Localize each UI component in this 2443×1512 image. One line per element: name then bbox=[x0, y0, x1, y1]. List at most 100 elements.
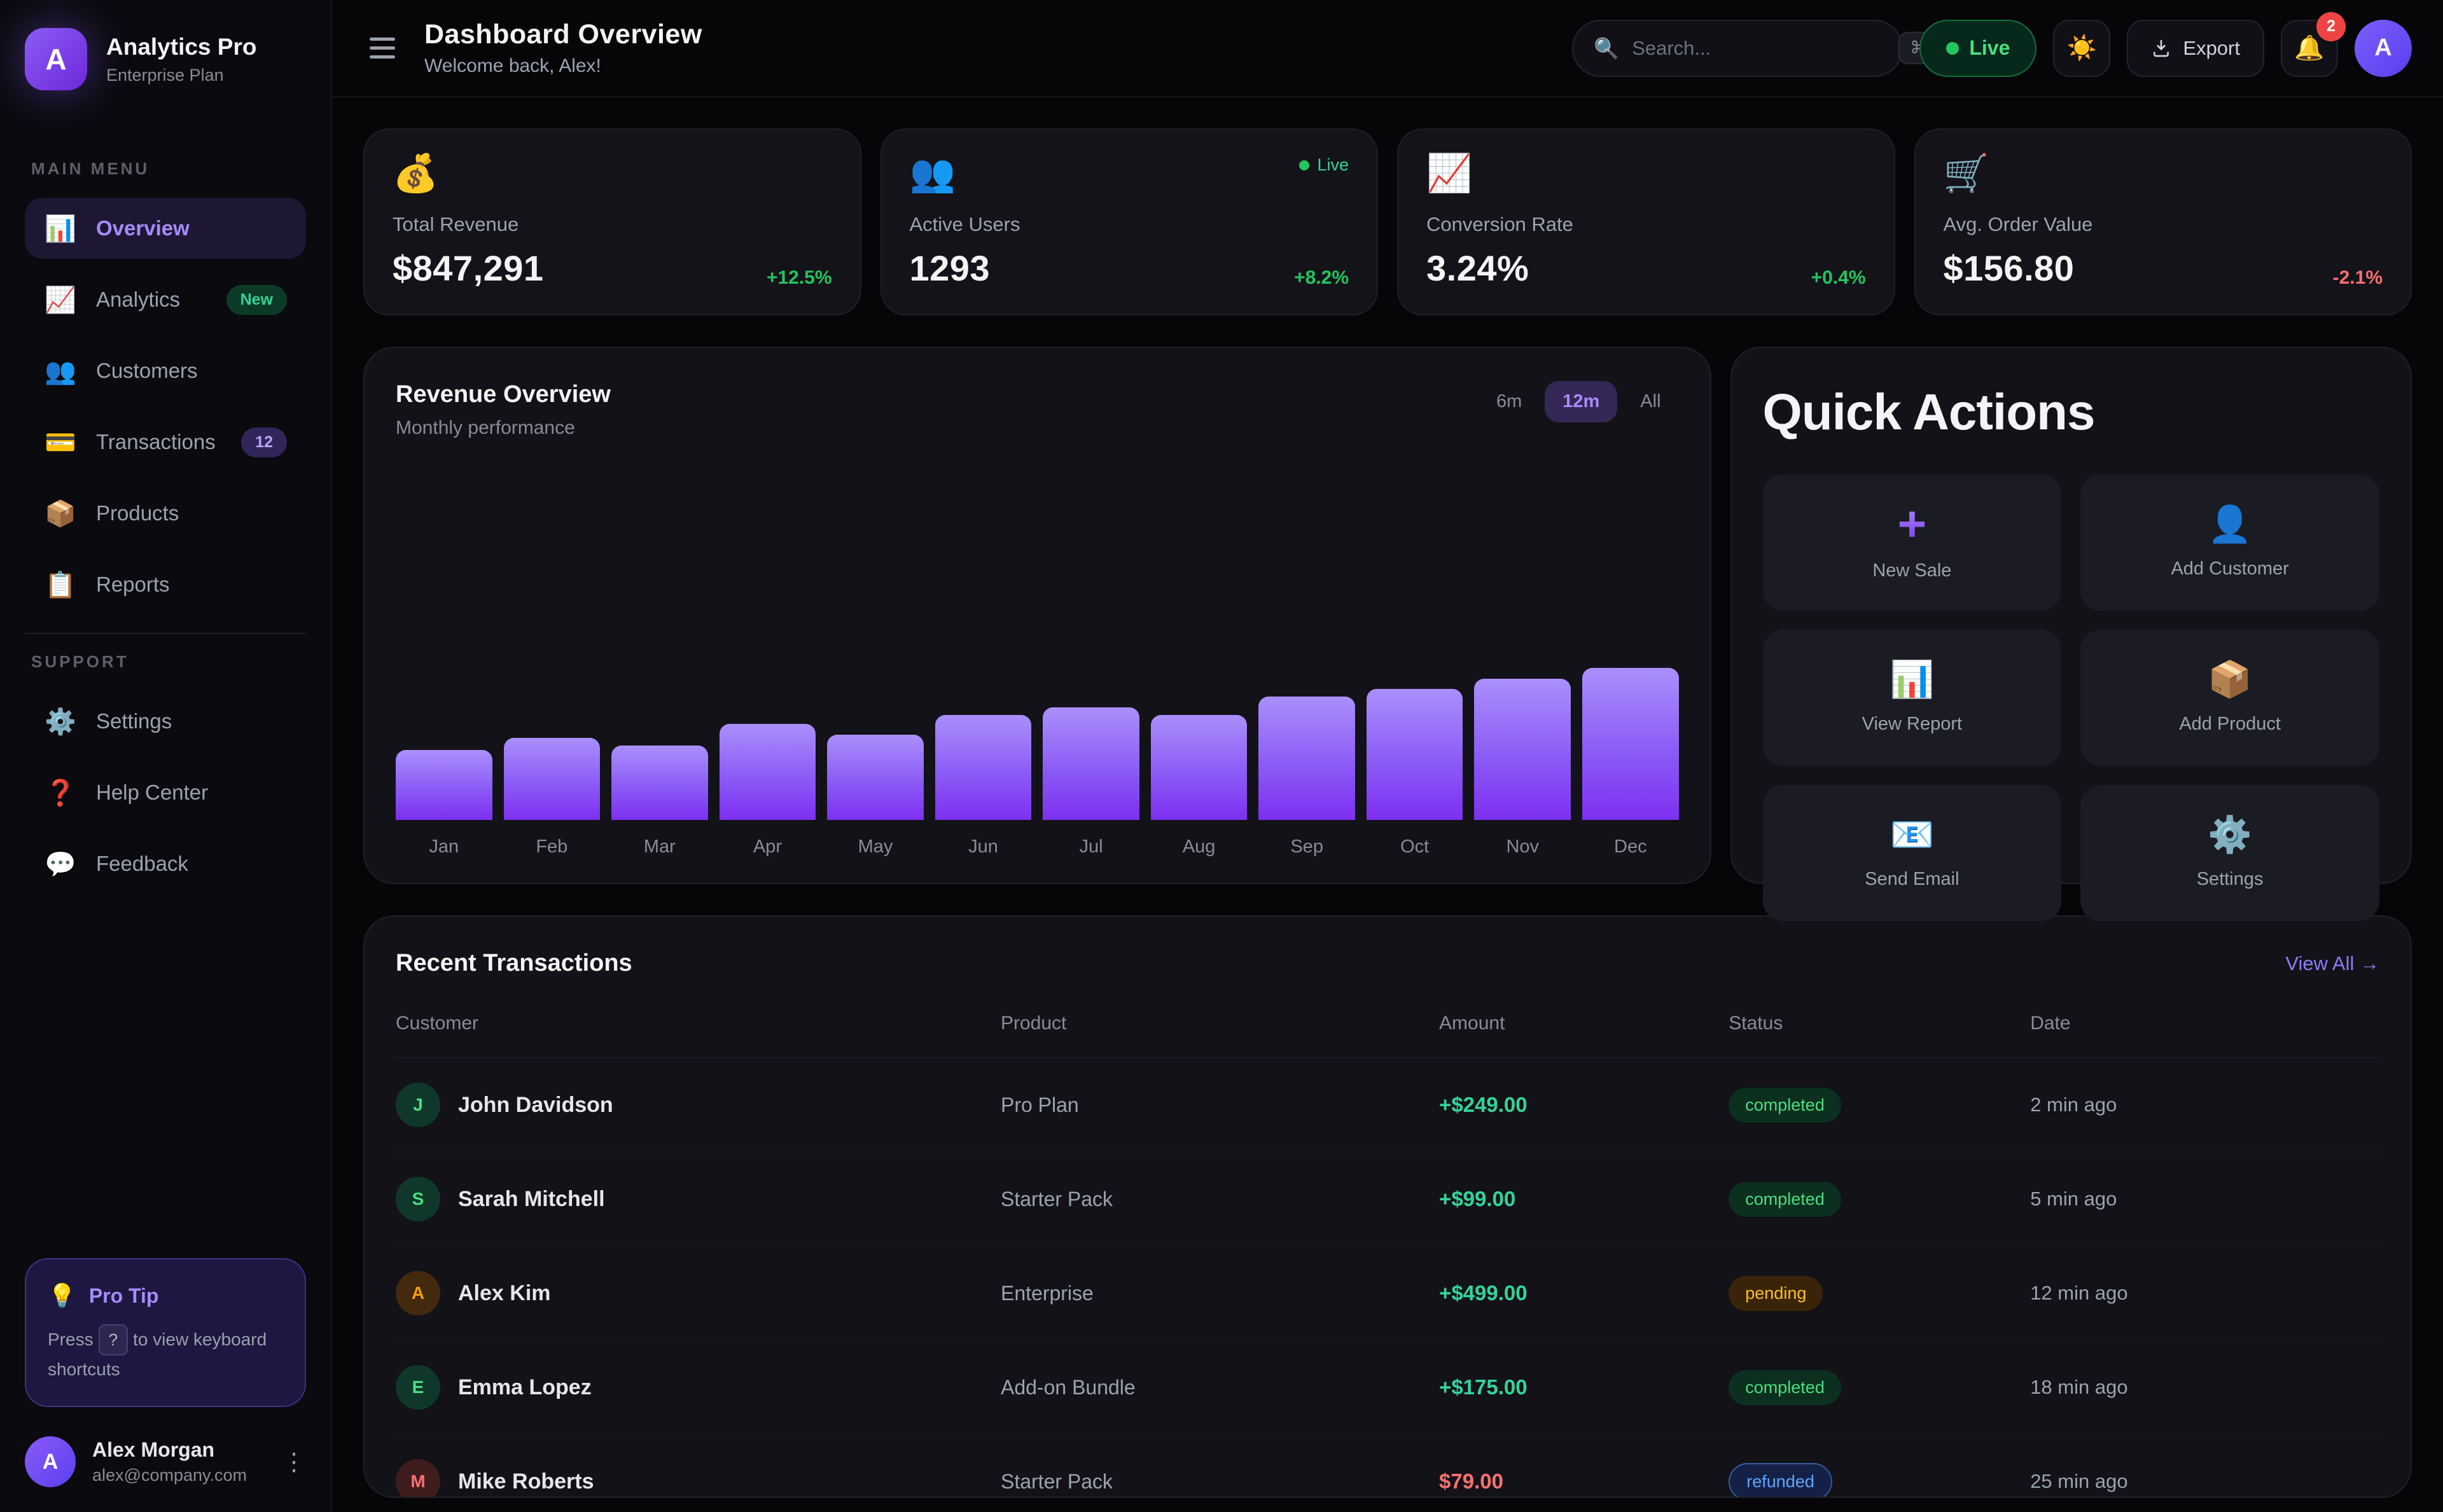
sidebar-divider bbox=[25, 633, 306, 634]
main: 💰 Total Revenue $847,291 +12.5% 👥 Live Active … bbox=[332, 97, 2443, 1512]
view-all-link[interactable]: View All → bbox=[2285, 952, 2379, 975]
chart-heading: Revenue Overview Monthly performance bbox=[396, 381, 611, 439]
bar-label: Feb bbox=[536, 836, 568, 857]
search-input[interactable] bbox=[1632, 36, 1886, 60]
bar[interactable] bbox=[827, 735, 924, 820]
hamburger-menu-icon[interactable] bbox=[363, 31, 401, 65]
bar[interactable] bbox=[396, 750, 492, 820]
theme-toggle-button[interactable]: ☀️ bbox=[2053, 19, 2111, 77]
range-button-6m[interactable]: 6m bbox=[1479, 381, 1540, 422]
bars bbox=[396, 661, 1679, 820]
quick-action-label: Add Customer bbox=[2171, 558, 2289, 579]
product-cell: Starter Pack bbox=[1000, 1187, 1113, 1210]
bar[interactable] bbox=[1043, 707, 1139, 820]
bar[interactable] bbox=[1258, 697, 1355, 820]
sidebar-badge-transactions: 12 bbox=[241, 427, 287, 457]
gear-icon: ⚙️ bbox=[2208, 814, 2252, 854]
sidebar-item-transactions[interactable]: 💳 Transactions 12 bbox=[25, 412, 306, 473]
bar[interactable] bbox=[1150, 715, 1248, 820]
users-icon: 👥 bbox=[909, 153, 956, 194]
bar-column-apr bbox=[719, 661, 816, 820]
export-button[interactable]: Export bbox=[2127, 19, 2264, 77]
table-row[interactable]: J John Davidson Pro Plan +$249.00 completed 2… bbox=[396, 1058, 2379, 1153]
quick-action-settings[interactable]: ⚙️ Settings bbox=[2080, 785, 2379, 921]
stat-value: $847,291 bbox=[393, 248, 544, 288]
download-icon bbox=[2154, 39, 2169, 57]
quick-action-label: Send Email bbox=[1865, 868, 1959, 889]
quick-action-new-sale[interactable]: + New Sale bbox=[1762, 475, 2062, 611]
bar[interactable] bbox=[503, 738, 601, 820]
notifications-button[interactable]: 🔔 2 bbox=[2281, 11, 2346, 77]
bar[interactable] bbox=[611, 746, 708, 820]
range-button-all[interactable]: All bbox=[1622, 381, 1678, 422]
table-row[interactable]: S Sarah Mitchell Starter Pack +$99.00 comple… bbox=[396, 1153, 2379, 1247]
page-title: Dashboard Overview bbox=[424, 19, 702, 50]
speech-bubble-icon: 💬 bbox=[45, 850, 76, 878]
sidebar-item-label: Help Center bbox=[96, 780, 209, 804]
bar-label: Aug bbox=[1182, 836, 1216, 857]
pro-tip-text-before: Press bbox=[48, 1329, 94, 1350]
customer-name: Mike Roberts bbox=[458, 1469, 594, 1494]
stat-live-indicator: Live bbox=[1299, 155, 1349, 175]
bar-label: Jul bbox=[1079, 836, 1103, 857]
quick-action-label: New Sale bbox=[1872, 560, 1952, 581]
user-profile[interactable]: A Alex Morgan alex@company.com ⋮ bbox=[25, 1436, 306, 1487]
sidebar-item-label: Customers bbox=[96, 359, 198, 382]
status-badge: pending bbox=[1729, 1275, 1823, 1311]
bar-label: Sep bbox=[1290, 836, 1323, 857]
status-cell: pending bbox=[1729, 1275, 2030, 1311]
bar[interactable] bbox=[1474, 679, 1571, 820]
table-row[interactable]: M Mike Roberts Starter Pack $79.00 refunded 2… bbox=[396, 1435, 2379, 1497]
table-row[interactable]: E Emma Lopez Add-on Bundle +$175.00 complete… bbox=[396, 1341, 2379, 1435]
user-email: alex@company.com bbox=[92, 1466, 247, 1485]
stat-change: -2.1% bbox=[2332, 267, 2383, 288]
sidebar-item-reports[interactable]: 📋 Reports bbox=[25, 554, 306, 615]
bar[interactable] bbox=[935, 715, 1032, 820]
sidebar-item-analytics[interactable]: 📈 Analytics New bbox=[25, 269, 306, 330]
clipboard-icon: 📋 bbox=[45, 571, 76, 599]
customer-cell: J John Davidson bbox=[396, 1083, 1001, 1127]
bar-column-jun bbox=[935, 661, 1032, 820]
sidebar-item-customers[interactable]: 👥 Customers bbox=[25, 340, 306, 401]
topbar: Dashboard Overview Welcome back, Alex! 🔍… bbox=[332, 0, 2443, 97]
content: Dashboard Overview Welcome back, Alex! 🔍… bbox=[332, 0, 2443, 1512]
bar-column-may bbox=[827, 661, 924, 820]
stat-label: Active Users bbox=[909, 213, 1020, 235]
pro-tip-text: Press? to view keyboard shortcuts bbox=[48, 1324, 283, 1383]
header-avatar[interactable]: A bbox=[2355, 19, 2412, 77]
quick-action-add-product[interactable]: 📦 Add Product bbox=[2080, 630, 2379, 766]
bar[interactable] bbox=[1582, 668, 1679, 820]
search-box[interactable]: 🔍 ⌘K bbox=[1572, 19, 1951, 77]
table-body: J John Davidson Pro Plan +$249.00 completed 2… bbox=[396, 1058, 2379, 1497]
sidebar-item-products[interactable]: 📦 Products bbox=[25, 483, 306, 544]
sun-icon: ☀️ bbox=[2066, 34, 2098, 62]
quick-action-send-email[interactable]: 📧 Send Email bbox=[1762, 785, 2062, 921]
table-row[interactable]: A Alex Kim Enterprise +$499.00 pending 12 min… bbox=[396, 1247, 2379, 1341]
sidebar-item-feedback[interactable]: 💬 Feedback bbox=[25, 833, 306, 894]
bar-chart-icon: 📊 bbox=[45, 214, 76, 243]
bar[interactable] bbox=[1366, 689, 1463, 820]
bar[interactable] bbox=[719, 724, 816, 820]
stat-card-total-revenue: 💰 Total Revenue $847,291 +12.5% bbox=[363, 128, 861, 316]
range-button-12m[interactable]: 12m bbox=[1545, 381, 1618, 422]
question-icon: ❓ bbox=[45, 779, 76, 807]
sidebar-item-overview[interactable]: 📊 Overview bbox=[25, 198, 306, 259]
sidebar-item-settings[interactable]: ⚙️ Settings bbox=[25, 691, 306, 752]
live-status-button[interactable]: Live bbox=[1919, 19, 2037, 77]
pro-tip-header: 💡 Pro Tip bbox=[48, 1282, 283, 1309]
status-cell: completed bbox=[1729, 1181, 2030, 1217]
money-bag-icon: 💰 bbox=[393, 153, 439, 194]
quick-action-view-report[interactable]: 📊 View Report bbox=[1762, 630, 2062, 766]
stat-value-row: $156.80 -2.1% bbox=[1944, 247, 2383, 289]
sidebar-item-label: Feedback bbox=[96, 852, 188, 875]
app-plan: Enterprise Plan bbox=[106, 65, 224, 85]
sidebar-item-label: Settings bbox=[96, 709, 172, 733]
quick-action-add-customer[interactable]: 👤 Add Customer bbox=[2080, 475, 2379, 611]
brand: A Analytics Pro Enterprise Plan bbox=[25, 28, 306, 90]
stat-value-row: 3.24% +0.4% bbox=[1426, 247, 1866, 289]
pro-tip-card: 💡 Pro Tip Press? to view keyboard shortcu… bbox=[25, 1258, 306, 1407]
user-menu-icon[interactable]: ⋮ bbox=[282, 1448, 306, 1476]
product-cell: Enterprise bbox=[1000, 1281, 1094, 1305]
stats-row: 💰 Total Revenue $847,291 +12.5% 👥 Live Active … bbox=[363, 128, 2412, 316]
sidebar-item-help-center[interactable]: ❓ Help Center bbox=[25, 762, 306, 823]
